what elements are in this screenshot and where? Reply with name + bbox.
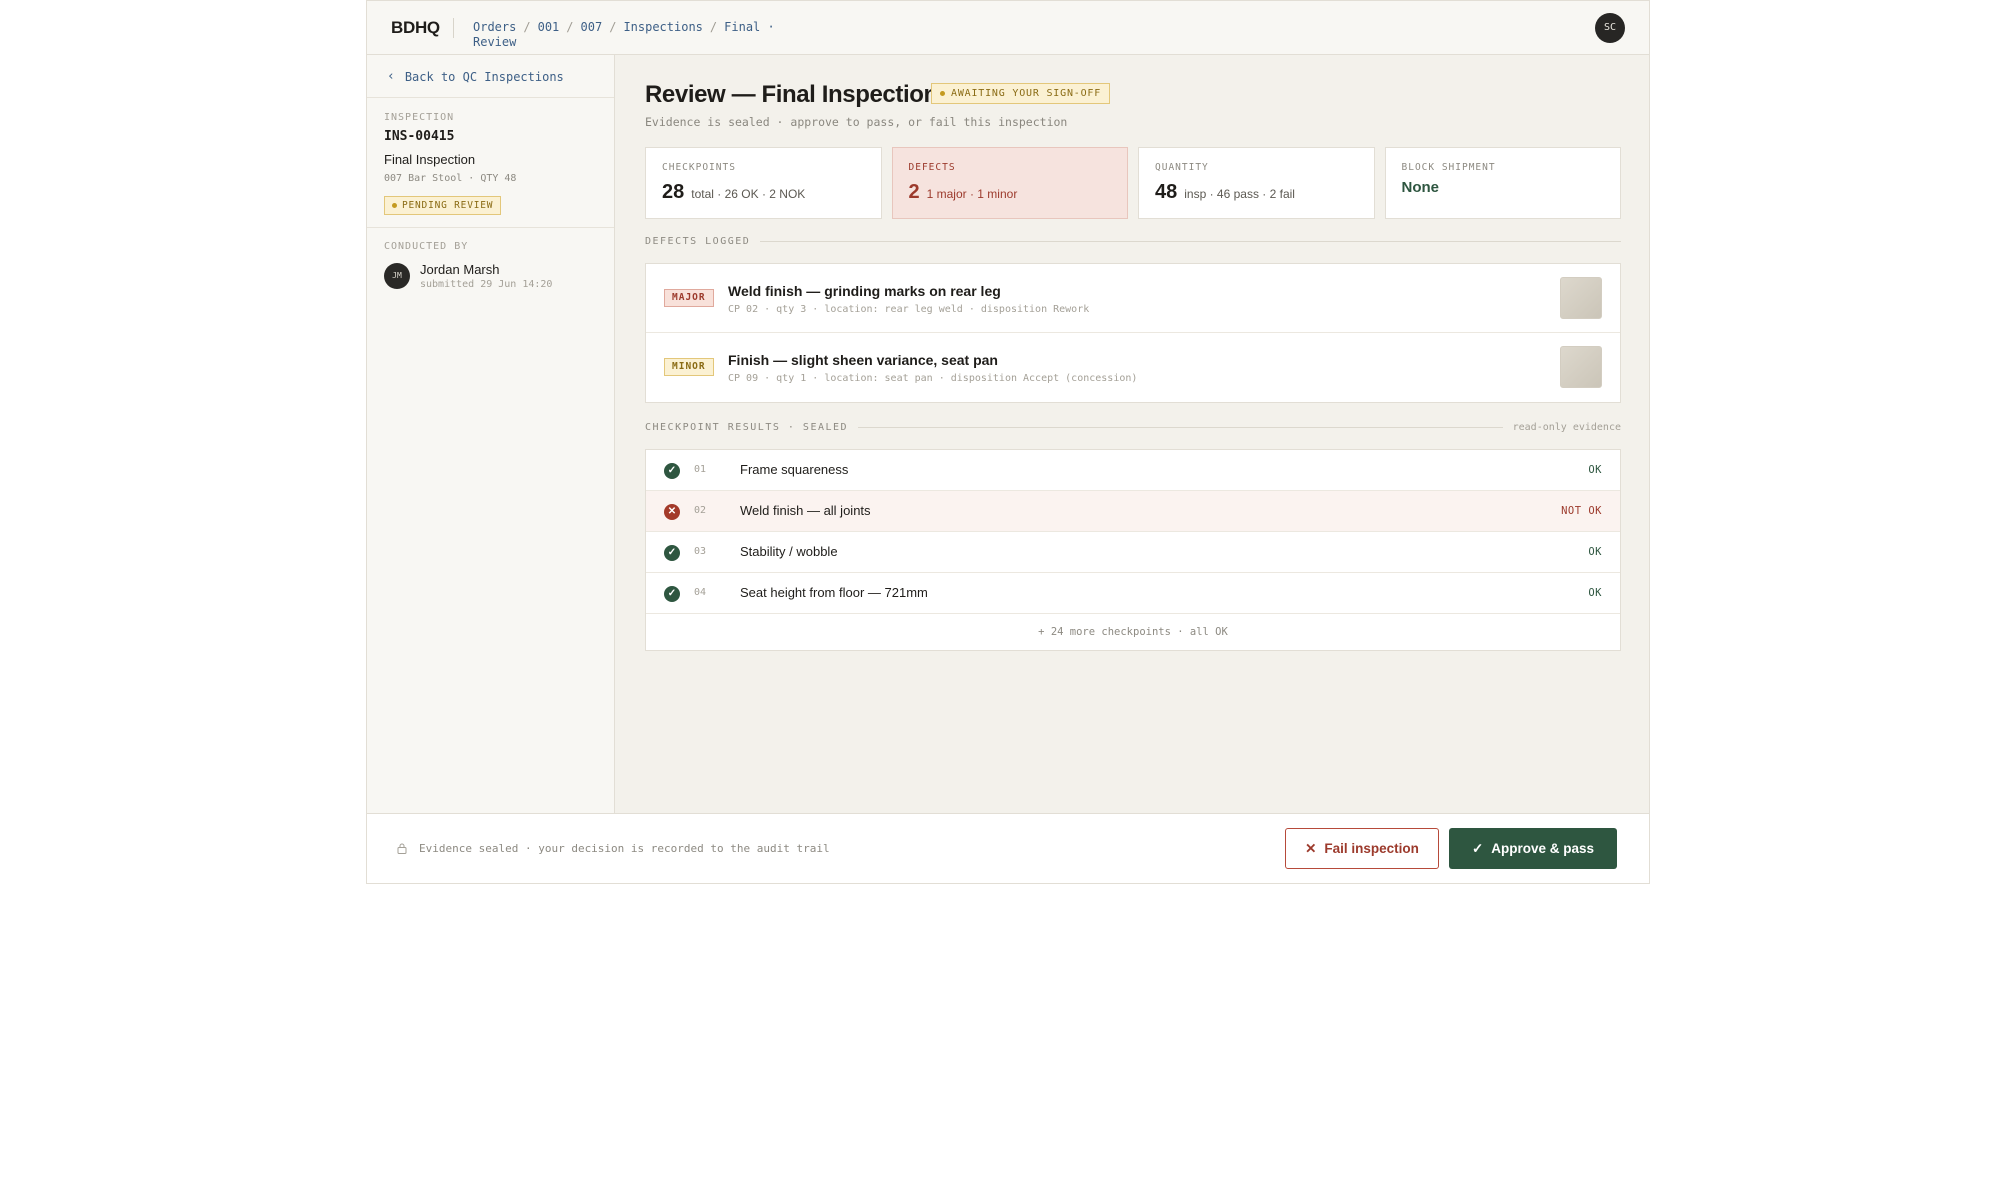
defects-list: MAJOR Weld finish — grinding marks on re… [645,263,1621,403]
fail-button-label: Fail inspection [1324,841,1419,856]
audit-note: Evidence sealed · your decision is recor… [419,842,830,855]
defect-row[interactable]: MAJOR Weld finish — grinding marks on re… [646,264,1620,333]
conductor-name: Jordan Marsh [420,262,500,277]
checkpoint-name: Frame squareness [740,462,849,477]
breadcrumb-item-007[interactable]: 007 [581,20,603,34]
close-icon: ✕ [1305,840,1317,856]
stat-label: BLOCK SHIPMENT [1401,162,1496,173]
checkpoint-number: 01 [694,464,707,475]
breadcrumb-orders[interactable]: Orders [473,20,516,34]
page-title: Review — Final Inspection [645,81,938,108]
check-circle-icon: ✓ [664,463,680,479]
defect-title: Finish — slight sheen variance, seat pan [728,352,998,368]
status-badge-label: PENDING REVIEW [402,200,494,211]
stat-detail: insp · 46 pass · 2 fail [1184,187,1295,201]
check-icon: ✓ [1471,840,1484,856]
logo[interactable]: BDHQ [391,18,440,38]
sidebar: ‹ Back to QC Inspections INSPECTION INS-… [367,55,615,813]
status-badge: PENDING REVIEW [384,196,502,215]
status-dot-icon [940,91,945,96]
severity-badge: MINOR [664,358,714,376]
stat-label: QUANTITY [1155,162,1209,173]
checkpoint-row[interactable]: ✕ 02 Weld finish — all joints NOT OK [646,491,1620,532]
stat-detail: 1 major · 1 minor [926,187,1018,201]
stat-value: None [1401,179,1440,196]
stat-block-shipment: BLOCK SHIPMENT None [1384,147,1621,219]
section-rule [858,426,1503,428]
awaiting-signoff-badge: AWAITING YOUR SIGN-OFF [931,83,1111,104]
back-to-inspections-link[interactable]: ‹ Back to QC Inspections [387,69,564,84]
x-circle-icon: ✕ [664,504,680,520]
sidebar-divider [367,97,614,98]
stats-row: CHECKPOINTS 28 total · 26 OK · 2 NOK DEF… [645,147,1621,219]
inspection-id: INS-00415 [384,129,455,144]
lock-icon [397,843,407,854]
inspection-name: Final Inspection [384,152,476,167]
stat-detail: total · 26 OK · 2 NOK [691,187,806,201]
checkpoints-section-heading: CHECKPOINT RESULTS · SEALED read-only ev… [645,420,1621,434]
status-dot-icon [392,203,397,208]
inspection-label: INSPECTION [384,112,455,123]
conductor-avatar: JM [384,263,410,289]
stat-defects: DEFECTS 2 1 major · 1 minor [891,147,1128,219]
defect-meta: CP 02 · qty 3 · location: rear leg weld … [728,304,1090,315]
section-label: DEFECTS LOGGED [645,235,751,247]
checkpoint-name: Seat height from floor — 721mm [740,585,928,600]
conducted-by-label: CONDUCTED BY [384,241,469,252]
logo-divider [453,18,454,38]
chevron-left-icon: ‹ [387,69,395,84]
checkpoint-status: NOT OK [1561,505,1602,517]
checkpoint-status: OK [1588,546,1602,558]
severity-badge: MAJOR [664,289,714,307]
checkpoint-row[interactable]: ✓ 01 Frame squareness OK [646,450,1620,491]
awaiting-badge-label: AWAITING YOUR SIGN-OFF [951,88,1102,99]
back-link-label: Back to QC Inspections [404,69,564,84]
defect-photo-thumbnail[interactable] [1560,277,1602,319]
top-bar: BDHQ Orders/001/007/Inspections / Final · … [367,1,1649,55]
check-circle-icon: ✓ [664,586,680,602]
defects-section-heading: DEFECTS LOGGED [645,234,1621,248]
conductor-submitted: submitted 29 Jun 14:20 [420,279,553,290]
checkpoint-results-list: ✓ 01 Frame squareness OK ✕ 02 Weld finis… [645,449,1621,651]
checkpoint-status: OK [1588,587,1602,599]
breadcrumb: Orders/001/007/Inspections / Final · Revie… [473,20,775,49]
read-only-note: read-only evidence [1512,421,1621,433]
checkpoint-row[interactable]: ✓ 04 Seat height from floor — 721mm OK [646,573,1620,614]
stat-value: 48 [1155,181,1178,203]
check-circle-icon: ✓ [664,545,680,561]
defect-meta: CP 09 · qty 1 · location: seat pan · dis… [728,373,1138,384]
breadcrumb-inspections[interactable]: Inspections [623,20,702,34]
approve-button-label: Approve & pass [1491,841,1595,856]
section-rule [760,240,1621,242]
defect-photo-thumbnail[interactable] [1560,346,1602,388]
checkpoint-status: OK [1588,464,1602,476]
section-label: CHECKPOINT RESULTS · SEALED [645,421,849,433]
main-content: Review — Final Inspection AWAITING YOUR … [615,55,1649,813]
checkpoint-number: 03 [694,546,707,557]
checkpoint-row[interactable]: ✓ 03 Stability / wobble OK [646,532,1620,573]
stat-value: 2 [908,181,920,203]
checkpoint-name: Weld finish — all joints [740,503,871,518]
fail-inspection-button[interactable]: ✕ Fail inspection [1285,828,1439,869]
checkpoint-number: 02 [694,505,707,516]
defect-row[interactable]: MINOR Finish — slight sheen variance, se… [646,333,1620,402]
decision-footer: Evidence sealed · your decision is recor… [367,813,1649,883]
user-avatar[interactable]: SC [1595,13,1625,43]
defect-title: Weld finish — grinding marks on rear leg [728,283,1001,299]
stat-label: CHECKPOINTS [662,162,736,173]
checkpoint-number: 04 [694,587,707,598]
more-checkpoints-link[interactable]: + 24 more checkpoints · all OK [646,614,1620,650]
stat-label: DEFECTS [908,162,956,173]
stat-value: 28 [662,181,685,203]
breadcrumb-order-001[interactable]: 001 [538,20,560,34]
sidebar-divider [367,227,614,228]
checkpoint-name: Stability / wobble [740,544,838,559]
approve-pass-button[interactable]: ✓ Approve & pass [1449,828,1617,869]
stat-quantity: QUANTITY 48 insp · 46 pass · 2 fail [1138,147,1375,219]
page-subtitle: Evidence is sealed · approve to pass, or… [645,115,1068,129]
stat-checkpoints: CHECKPOINTS 28 total · 26 OK · 2 NOK [645,147,882,219]
inspection-meta: 007 Bar Stool · QTY 48 [384,173,517,184]
app-window: BDHQ Orders/001/007/Inspections / Final · … [366,0,1650,884]
